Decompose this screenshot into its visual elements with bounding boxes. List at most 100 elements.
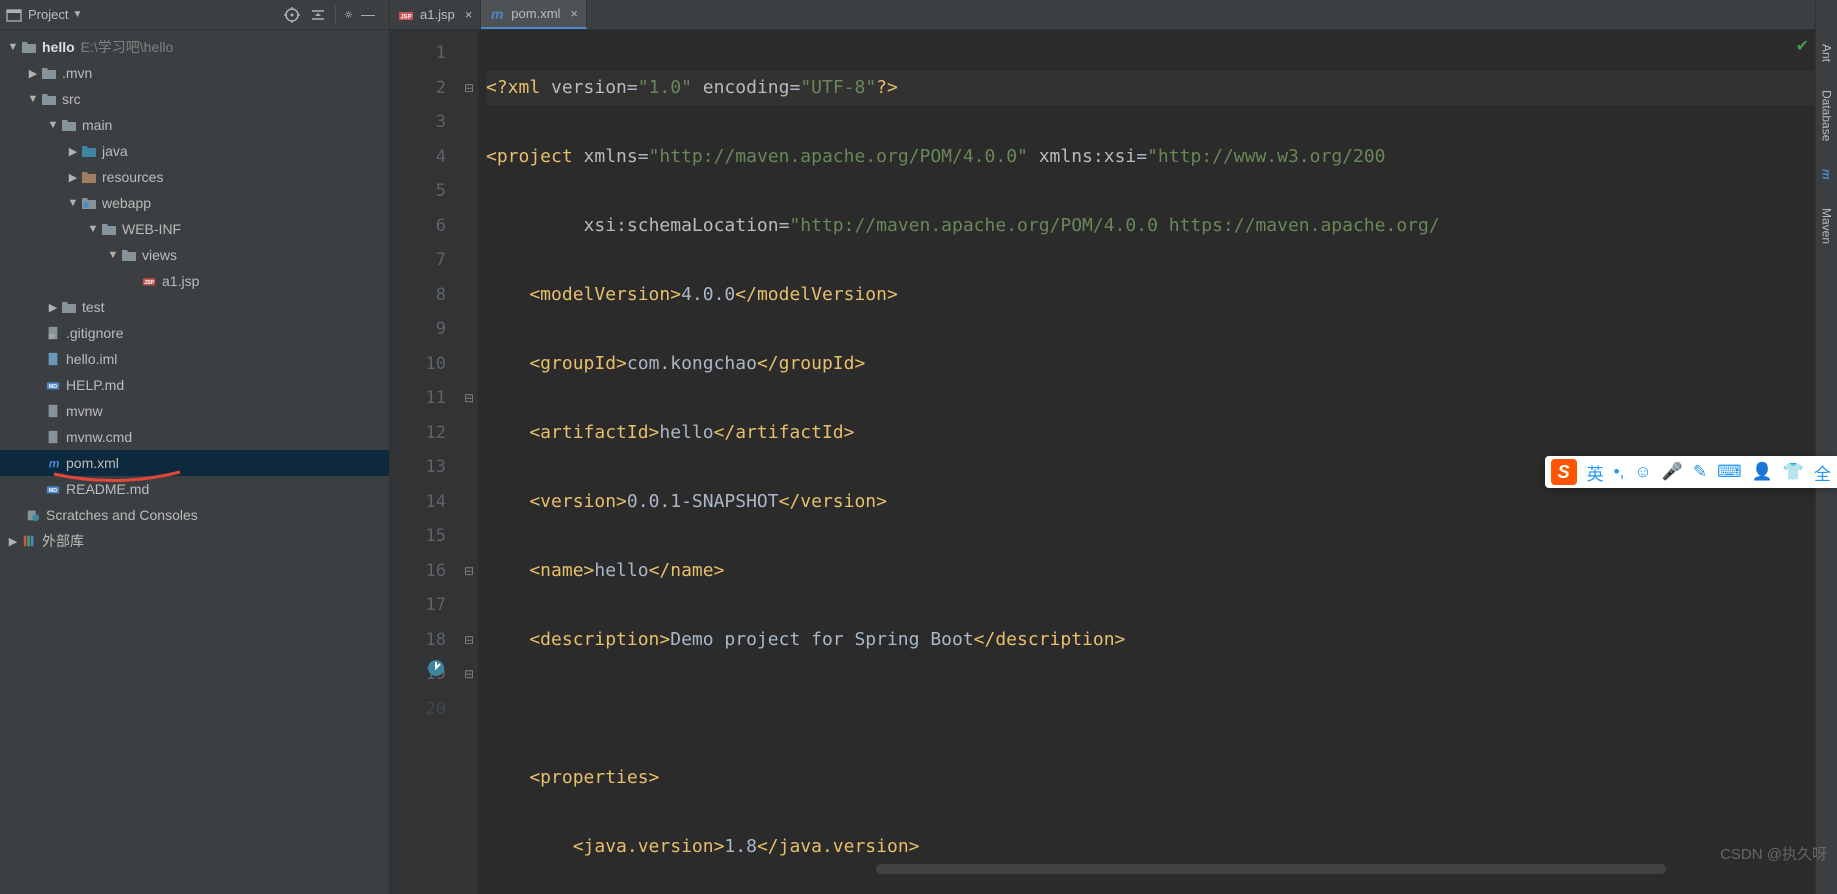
fold-icon[interactable]: ⊟ [460,623,478,658]
tree-item-src[interactable]: ▼ src [0,86,389,112]
editor-tabs: JSP a1.jsp × m pom.xml × [390,0,1837,30]
tree-item-webinf[interactable]: ▼ WEB-INF [0,216,389,242]
tree-item-extlib[interactable]: ▶ 外部库 [0,528,389,554]
editor-area: JSP a1.jsp × m pom.xml × 1 2 3 4 5 6 7 8… [390,0,1837,894]
tree-label: src [62,91,81,107]
tree-label: mvnw.cmd [66,429,132,445]
ime-write-icon[interactable]: ✎ [1693,462,1707,482]
line-number: 3 [396,105,446,140]
chevron-right-icon[interactable]: ▶ [26,67,40,80]
gear-icon[interactable] [335,6,353,24]
line-number: 15 [396,519,446,554]
tree-item-main[interactable]: ▼ main [0,112,389,138]
ime-user-icon[interactable]: 👤 [1752,462,1773,482]
tree-item-scratches[interactable]: Scratches and Consoles [0,502,389,528]
project-icon [6,7,22,23]
ime-voice-icon[interactable]: 🎤 [1662,462,1683,482]
chevron-down-icon[interactable]: ▼ [6,41,20,53]
inspection-ok-icon[interactable]: ✔ [1796,36,1809,56]
chevron-down-icon[interactable]: ▼ [66,197,80,209]
tree-label: HELP.md [66,377,124,393]
tree-item-webapp[interactable]: ▼ webapp [0,190,389,216]
tree-label: .mvn [62,65,92,81]
tree-item-helloiml[interactable]: hello.iml [0,346,389,372]
tree-item-mvnwcmd[interactable]: mvnw.cmd [0,424,389,450]
tree-item-views[interactable]: ▼ views [0,242,389,268]
chevron-right-icon[interactable]: ▶ [46,301,60,314]
toolwindow-database[interactable]: Database [1818,86,1836,145]
chevron-down-icon[interactable]: ▼ [26,93,40,105]
tree-item-helpmd[interactable]: MD HELP.md [0,372,389,398]
chevron-down-icon[interactable]: ▼ [46,119,60,131]
tree-item-java[interactable]: ▶ java [0,138,389,164]
tree-label: resources [102,169,163,185]
target-icon[interactable] [283,6,301,24]
fold-end-icon[interactable]: ⊟ [460,554,478,589]
line-number: 4 [396,140,446,175]
tab-label: a1.jsp [420,7,455,22]
md-file-icon: MD [44,481,62,497]
tree-label: mvnw [66,403,103,419]
tab-a1jsp[interactable]: JSP a1.jsp × [390,0,481,29]
ime-skin-icon[interactable]: 👕 [1783,462,1804,482]
chevron-down-icon[interactable]: ▼ [72,9,82,20]
collapse-icon[interactable] [309,6,327,24]
tree-item-gitignore[interactable]: .gitignore [0,320,389,346]
chevron-right-icon[interactable]: ▶ [66,171,80,184]
close-icon[interactable]: × [570,6,578,21]
fold-icon[interactable]: ⊟ [460,71,478,106]
hide-icon[interactable]: — [361,6,379,24]
tree-item-a1jsp[interactable]: JSP a1.jsp [0,268,389,294]
run-gutter-icon[interactable] [426,658,446,678]
tree-label: pom.xml [66,455,119,471]
tree-item-readme[interactable]: MD README.md [0,476,389,502]
toolwindow-ant[interactable]: Ant [1818,40,1836,66]
line-number: 8 [396,278,446,313]
chevron-down-icon[interactable]: ▼ [86,223,100,235]
fold-icon[interactable]: ⊟ [460,381,478,416]
iml-file-icon [44,351,62,367]
resource-folder-icon [80,169,98,185]
tab-pomxml[interactable]: m pom.xml × [481,0,587,29]
maven-file-icon: m [44,455,62,471]
ime-lang[interactable]: 英 [1587,460,1604,485]
chevron-right-icon[interactable]: ▶ [6,535,20,548]
tree-item-mvn[interactable]: ▶ .mvn [0,60,389,86]
chevron-right-icon[interactable]: ▶ [66,145,80,158]
sogou-logo-icon[interactable]: S [1551,459,1577,485]
tree-root[interactable]: ▼ hello E:\学习吧\hello [0,34,389,60]
horizontal-scrollbar[interactable] [876,864,1666,874]
folder-icon [100,221,118,237]
chevron-down-icon[interactable]: ▼ [106,249,120,261]
project-tree[interactable]: ▼ hello E:\学习吧\hello ▶ .mvn ▼ src ▼ main [0,30,389,894]
line-number: 12 [396,416,446,451]
ime-emoji-icon[interactable]: ☺ [1634,462,1651,482]
tree-label: WEB-INF [122,221,181,237]
tree-label: 外部库 [42,531,84,551]
tree-item-resources[interactable]: ▶ resources [0,164,389,190]
file-icon [44,429,62,445]
fold-icon[interactable]: ⊟ [460,657,478,692]
watermark: CSDN @执久呀 [1720,843,1827,864]
close-icon[interactable]: × [465,7,473,22]
tree-label: .gitignore [66,325,124,341]
svg-text:JSP: JSP [400,14,411,20]
line-number: 7 [396,243,446,278]
tree-item-pomxml[interactable]: m pom.xml [0,450,389,476]
tree-item-test[interactable]: ▶ test [0,294,389,320]
svg-text:JSP: JSP [144,280,154,286]
ime-full[interactable]: 全 [1814,460,1831,485]
toolwindow-maven[interactable]: Maven [1818,204,1836,248]
maven-icon[interactable]: m [1818,165,1836,184]
scratches-icon [24,507,42,523]
ime-punct-icon[interactable]: •, [1614,462,1625,482]
ime-toolbar[interactable]: S 英 •, ☺ 🎤 ✎ ⌨ 👤 👕 全 [1545,456,1837,488]
svg-text:MD: MD [49,384,57,390]
md-file-icon: MD [44,377,62,393]
source-folder-icon [80,143,98,159]
ime-keyboard-icon[interactable]: ⌨ [1717,462,1742,482]
tree-item-mvnw[interactable]: mvnw [0,398,389,424]
line-number: 16 [396,554,446,589]
tab-label: pom.xml [511,6,560,21]
project-header[interactable]: Project ▼ — [0,0,389,30]
